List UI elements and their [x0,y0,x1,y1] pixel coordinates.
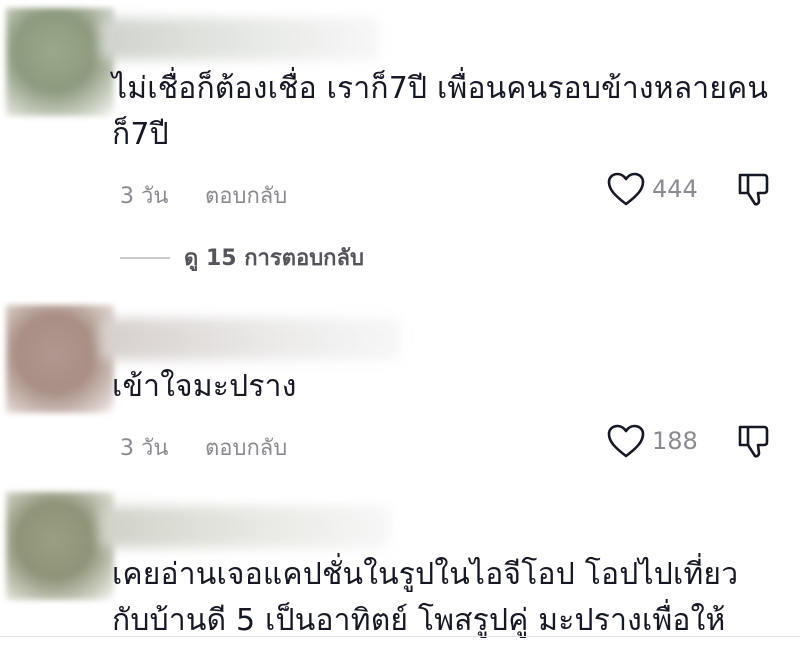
reply-button[interactable]: ตอบกลับ [205,430,287,465]
thumbs-down-outline-icon[interactable] [734,422,772,460]
avatar[interactable] [6,8,114,116]
username[interactable] [100,18,380,60]
avatar[interactable] [6,305,114,413]
avatar[interactable] [6,492,114,600]
reply-button[interactable]: ตอบกลับ [205,178,287,213]
view-replies-button[interactable]: ดู 15 การตอบกลับ [120,240,364,275]
heart-outline-icon [607,424,645,458]
divider-line [120,256,170,259]
comment-line: เคยอ่านเจอแคปชั่นในรูปในไอจีโอป โอปไปเที… [112,557,739,592]
like-count: 188 [652,427,698,455]
heart-outline-icon [607,172,645,206]
bottom-divider [0,636,800,637]
comment-text: เคยอ่านเจอแคปชั่นในรูปในไอจีโอป โอปไปเที… [112,552,738,644]
comment-list: ไม่เชื่อก็ต้องเชื่อ เราก็7ปี เพื่อนคนรอบ… [0,0,800,651]
username[interactable] [100,318,400,360]
comment-time: 3 วัน [120,436,169,461]
like-button[interactable]: 188 [606,423,698,459]
view-replies-label: ดู 15 การตอบกลับ [184,246,364,271]
like-count: 444 [652,175,698,203]
comment-time: 3 วัน [120,184,169,209]
thumbs-down-outline-icon[interactable] [734,170,772,208]
comment-line: เข้าใจมะปราง [112,369,297,404]
like-button[interactable]: 444 [606,171,698,207]
comment-text: เข้าใจมะปราง [112,364,297,410]
comment-text: ไม่เชื่อก็ต้องเชื่อ เราก็7ปี เพื่อนคนรอบ… [112,66,768,158]
username[interactable] [100,506,390,548]
comment-line: ไม่เชื่อก็ต้องเชื่อ เราก็7ปี เพื่อนคนรอบ… [112,71,769,106]
comment-line: ก็7ปี [112,117,169,152]
comment-line: กับบ้านดี 5 เป็นอาทิตย์ โพสรูปคู่ มะปราง… [112,603,726,638]
